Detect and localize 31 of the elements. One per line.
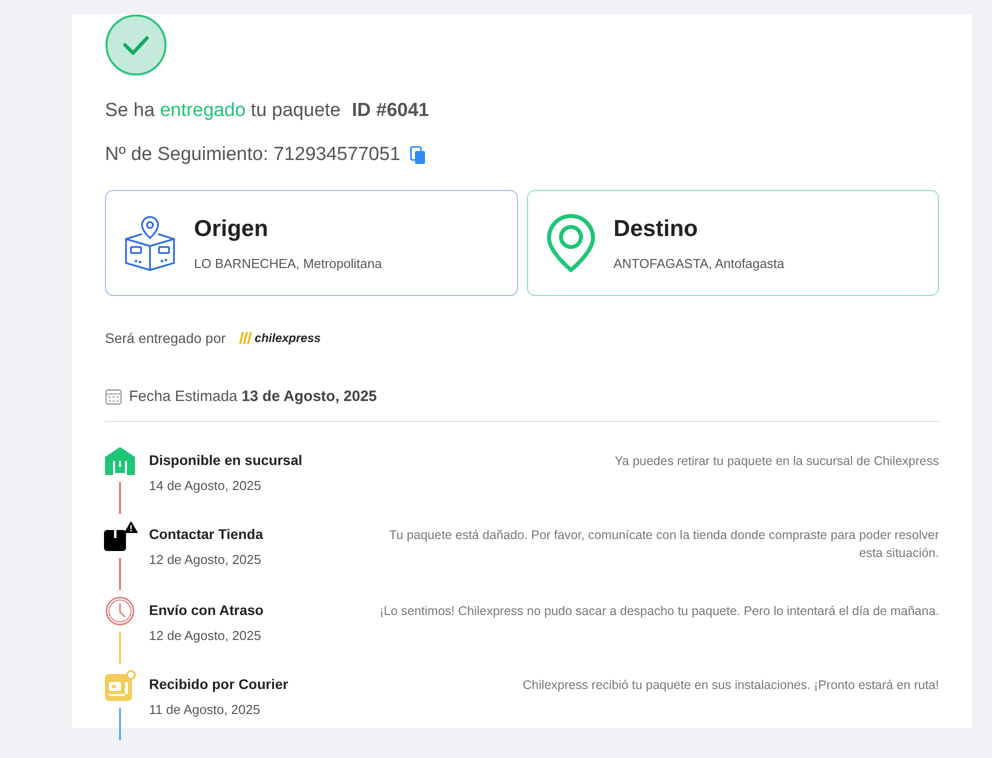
map-pin-icon: [546, 214, 596, 272]
event-date: 12 de Agosto, 2025: [149, 628, 262, 643]
event-title: Envío con Atraso: [149, 602, 265, 618]
store-icon: [104, 446, 136, 476]
event-description: ¡Lo sentimos! Chilexpress no pudo sacar a despacho tu paquete. Pero lo intentará el día de mañana.: [378, 603, 939, 620]
courier-icon: [104, 670, 136, 702]
success-check-icon: [105, 14, 167, 76]
location-title: Origen: [194, 215, 270, 242]
event-title: Disponible en sucursal: [149, 452, 304, 468]
copy-icon[interactable]: [410, 146, 426, 164]
status-heading: Se ha entregado tu paquete ID #6041: [105, 100, 430, 122]
event-title: Recibido por Courier: [149, 676, 290, 692]
estimated-date: Fecha Estimada 13 de Agosto, 2025: [129, 388, 377, 405]
event-date: 11 de Agosto, 2025: [149, 702, 262, 717]
calendar-icon: [105, 388, 122, 405]
location-place: ANTOFAGASTA, Antofagasta: [614, 256, 784, 271]
box-pin-icon: [124, 215, 176, 271]
carrier-label: Será entregado por: [105, 330, 226, 346]
event-description: Tu paquete está dañado. Por favor, comunícate con la tienda donde compraste para poder resolver esta situación.: [388, 527, 939, 562]
event-description: Chilexpress recibió tu paquete en sus instalaciones. ¡Pronto estará en ruta!: [522, 677, 939, 694]
tracking-number: Nº de Seguimiento: 712934577051: [105, 144, 400, 166]
stripes-icon: [238, 331, 252, 345]
box-alert-icon: [102, 520, 138, 552]
carrier-logo: chilexpress: [254, 331, 321, 345]
event-title: Contactar Tienda: [149, 526, 264, 542]
location-title: Destino: [614, 215, 699, 242]
clock-icon: [105, 596, 135, 626]
event-date: 12 de Agosto, 2025: [149, 552, 262, 567]
event-date: 14 de Agosto, 2025: [149, 478, 262, 493]
event-description: Ya puedes retirar tu paquete en la sucursal de Chilexpress: [614, 453, 939, 470]
location-place: LO BARNECHEA, Metropolitana: [194, 256, 382, 271]
